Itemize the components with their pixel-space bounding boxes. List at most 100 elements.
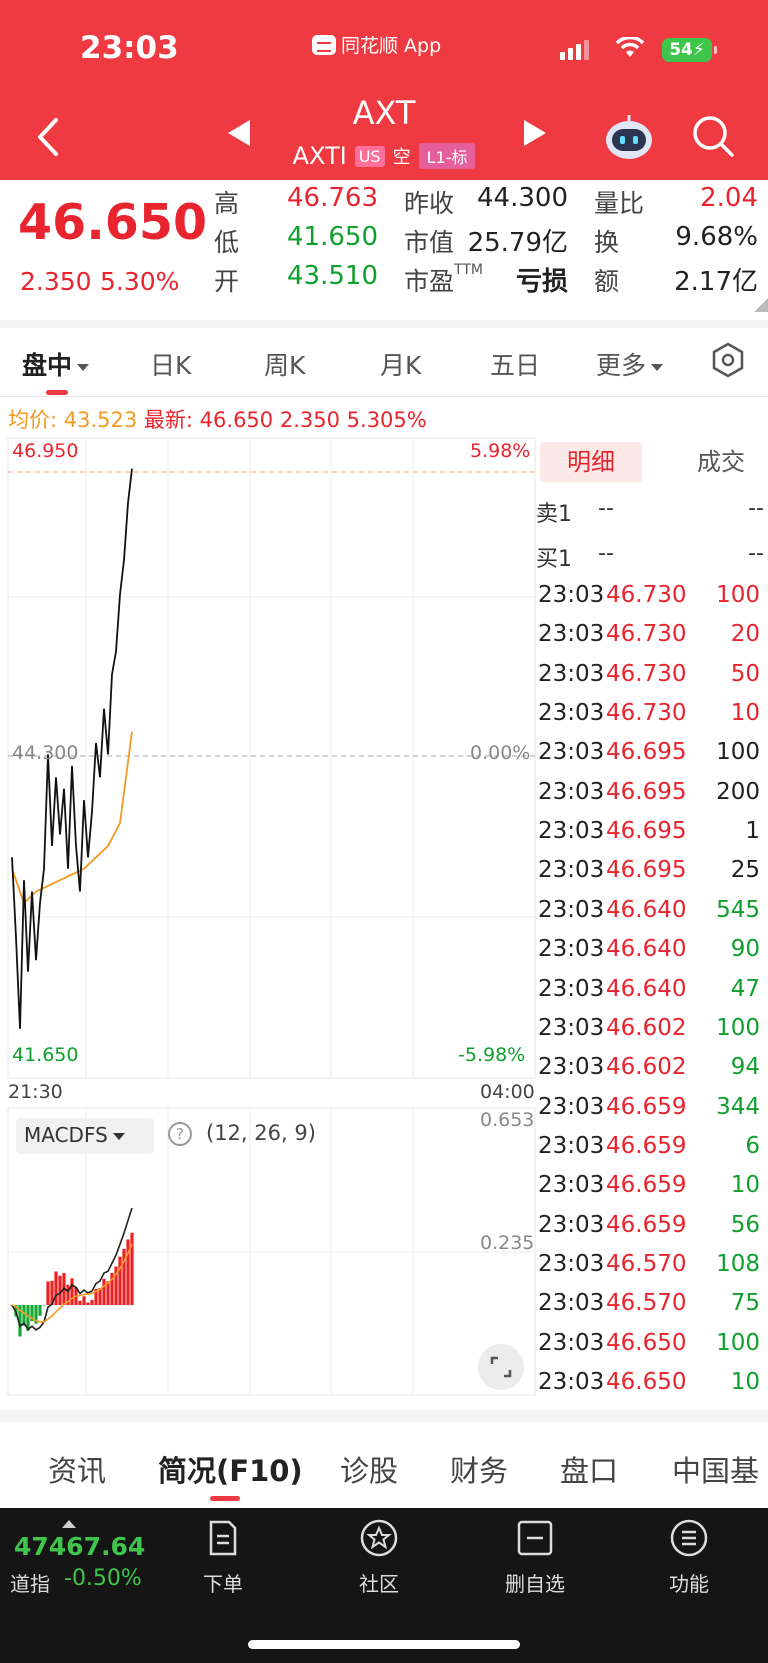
- assistant-robot-button[interactable]: [603, 113, 655, 161]
- trade-volume: 75: [730, 1290, 760, 1317]
- trade-time: 23:03: [538, 818, 605, 845]
- trade-row: 23:03 46.659 56: [538, 1208, 760, 1247]
- trade-time: 23:03: [538, 1172, 605, 1199]
- trade-volume: 6: [745, 1132, 760, 1159]
- trade-row: 23:03 46.640 545: [538, 893, 760, 932]
- tab-intraday[interactable]: 盘中: [22, 346, 90, 382]
- price-change: 2.350: [20, 267, 92, 296]
- trade-time: 23:03: [538, 739, 605, 766]
- trade-volume: 100: [716, 582, 760, 608]
- label-low: 低: [214, 228, 240, 257]
- app-logo-icon: [312, 34, 336, 55]
- axis-bottom-pct: -5.98%: [458, 1044, 526, 1066]
- tabs-bottom-border: [0, 396, 768, 397]
- macd-indicator-label: MACDFS: [24, 1123, 108, 1147]
- chart-settings-button[interactable]: [710, 342, 746, 378]
- trade-volume: 100: [716, 739, 760, 766]
- tab-f10-overview[interactable]: 简况(F10): [158, 1448, 303, 1490]
- remove-watchlist-button[interactable]: 删自选: [490, 1518, 580, 1597]
- macd-bar: [118, 1256, 122, 1305]
- trade-volume: 90: [730, 936, 760, 963]
- content-tabs: 资讯 简况(F10) 诊股 财务 盘口 中国基: [0, 1422, 768, 1508]
- trade-price: 46.659: [606, 1132, 687, 1159]
- macd-indicator-selector[interactable]: MACDFS: [16, 1118, 154, 1154]
- tab-news[interactable]: 资讯: [48, 1448, 106, 1490]
- app-label[interactable]: 同花顺 App: [312, 31, 441, 58]
- menu-icon: [670, 1519, 708, 1557]
- tab-detail[interactable]: 明细: [540, 442, 642, 482]
- tab-finance[interactable]: 财务: [450, 1448, 508, 1490]
- order-label: 下单: [203, 1572, 243, 1596]
- tab-diagnosis[interactable]: 诊股: [340, 1448, 398, 1490]
- expand-corner-icon[interactable]: [754, 298, 768, 312]
- index-value[interactable]: 47467.64: [14, 1532, 145, 1561]
- value-turnover: 9.68%: [675, 222, 758, 252]
- tab-more[interactable]: 更多: [596, 346, 664, 382]
- trade-time: 23:03: [538, 1132, 605, 1159]
- index-name: 道指: [10, 1572, 50, 1596]
- trade-row: 23:03 46.602 100: [538, 1011, 760, 1050]
- tab-monthly-k[interactable]: 月K: [380, 346, 421, 382]
- chart-period-tabs: 盘中 日K 周K 月K 五日 更多: [0, 328, 768, 398]
- ob-label: 买1: [536, 547, 572, 572]
- help-icon[interactable]: ?: [168, 1122, 192, 1146]
- community-button[interactable]: 社区: [334, 1518, 424, 1597]
- trade-volume: 94: [730, 1054, 760, 1081]
- home-indicator: [248, 1640, 520, 1649]
- axis-time-start: 21:30: [8, 1081, 63, 1103]
- macd-bar: [38, 1305, 42, 1316]
- trade-volume: 25: [730, 857, 760, 884]
- label-turnover: 换: [594, 228, 620, 257]
- battery-level: 54: [669, 40, 693, 60]
- trade-price: 46.695: [606, 818, 687, 845]
- latest-price-label: 最新: 46.650: [143, 408, 274, 432]
- fullscreen-button[interactable]: [478, 1344, 524, 1390]
- tab-trades[interactable]: 成交: [676, 442, 766, 482]
- label-volume-ratio: 量比: [594, 189, 645, 218]
- ob-label: 卖1: [536, 502, 572, 527]
- latest-change-pct: 5.305%: [346, 408, 427, 432]
- tab-daily-k[interactable]: 日K: [150, 346, 191, 382]
- chevron-down-icon: [651, 363, 664, 371]
- trade-volume: 10: [730, 1369, 760, 1395]
- trade-time: 23:03: [538, 621, 605, 648]
- trade-price: 46.640: [606, 975, 687, 1002]
- trade-price: 46.695: [606, 857, 687, 884]
- trade-row: 23:03 46.650 100: [538, 1326, 760, 1365]
- trade-row: 23:03 46.659 344: [538, 1090, 760, 1129]
- community-icon: [360, 1519, 398, 1557]
- value-volume-ratio: 2.04: [700, 183, 758, 213]
- trade-price: 46.695: [606, 778, 687, 805]
- search-button[interactable]: [690, 113, 736, 159]
- index-change: -0.50%: [64, 1566, 142, 1591]
- function-menu-button[interactable]: 功能: [644, 1518, 734, 1597]
- order-button[interactable]: 下单: [178, 1518, 268, 1597]
- stock-sub-symbol: AXTI: [292, 142, 347, 170]
- trade-time: 23:03: [538, 975, 605, 1002]
- trade-row: 23:03 46.730 20: [538, 617, 760, 656]
- trade-row: 23:03 46.650 10: [538, 1365, 760, 1404]
- trade-volume: 20: [730, 621, 760, 648]
- tab-intraday-label: 盘中: [22, 351, 73, 380]
- trade-time: 23:03: [538, 660, 605, 687]
- tab-china-fund[interactable]: 中国基: [672, 1448, 759, 1490]
- trade-row: 23:03 46.640 47: [538, 972, 760, 1011]
- label-high: 高: [214, 189, 240, 218]
- trade-row: 23:03 46.602 94: [538, 1050, 760, 1089]
- ob-price: --: [598, 541, 614, 566]
- trade-price: 46.602: [606, 1014, 687, 1041]
- trade-volume: 10: [730, 700, 760, 727]
- trade-time: 23:03: [538, 1054, 605, 1081]
- bottom-toolbar: 47467.64 道指 -0.50% 下单 社区 删自选 功能: [0, 1508, 768, 1663]
- tab-weekly-k[interactable]: 周K: [264, 346, 305, 382]
- trade-time: 23:03: [538, 778, 605, 805]
- trade-price: 46.659: [606, 1093, 687, 1120]
- tab-order-book[interactable]: 盘口: [560, 1448, 618, 1490]
- trade-price: 46.640: [606, 896, 687, 923]
- trade-volume: 10: [730, 1172, 760, 1199]
- trade-row: 23:03 46.695 1: [538, 814, 760, 853]
- orderbook-bid-1: 买1 -- --: [536, 535, 764, 575]
- tab-five-day[interactable]: 五日: [490, 346, 540, 382]
- trade-time: 23:03: [538, 1290, 605, 1317]
- app-label-text: 同花顺 App: [341, 35, 442, 57]
